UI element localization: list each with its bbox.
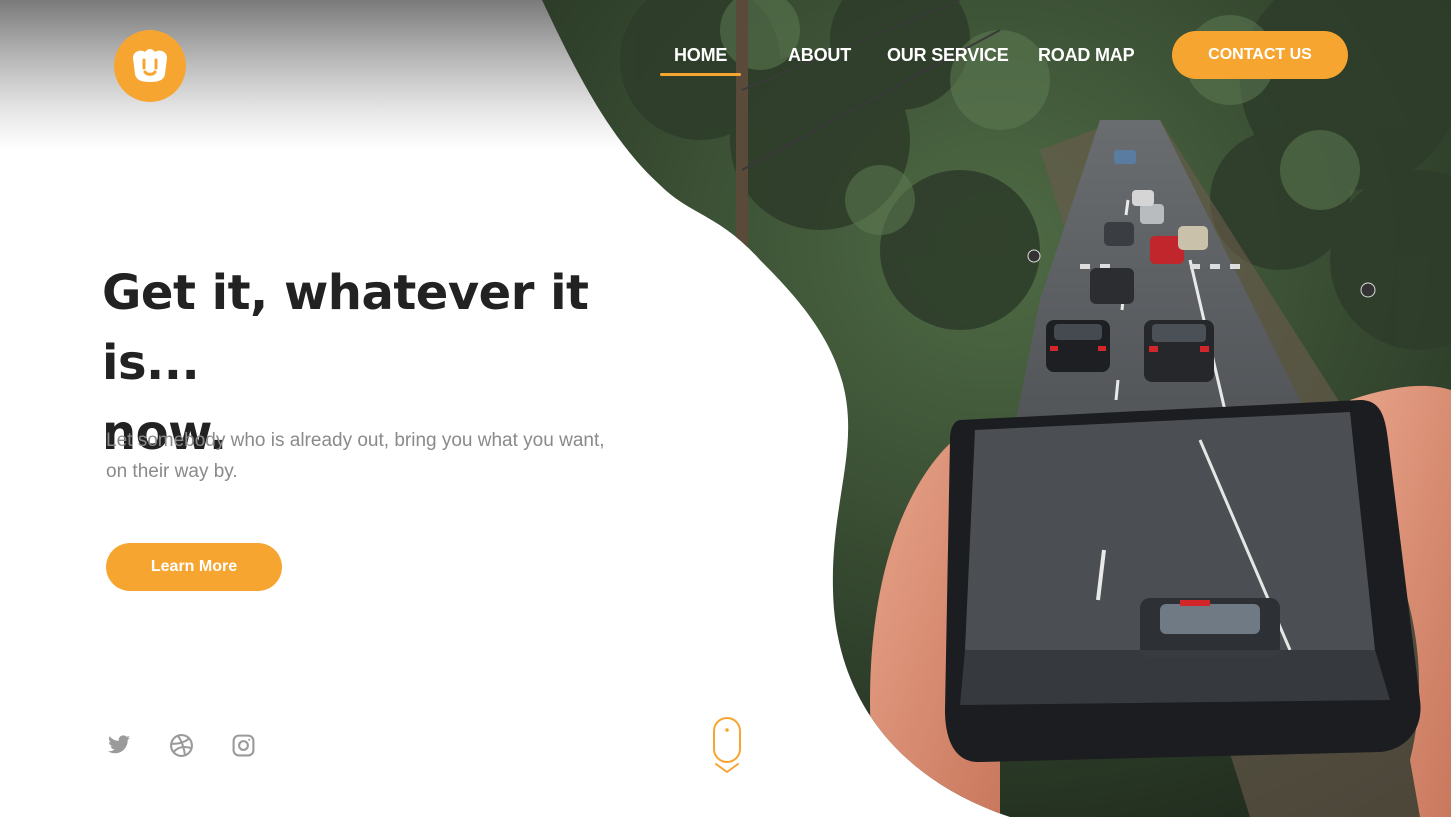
dribbble-icon[interactable] (169, 733, 194, 763)
contact-us-button[interactable]: CONTACT US (1172, 31, 1348, 79)
nav-about[interactable]: ABOUT (788, 45, 851, 66)
main-nav: HOME ABOUT OUR SERVICE ROAD MAP CONTACT … (0, 30, 1451, 90)
nav-our-service[interactable]: OUR SERVICE (887, 45, 1009, 66)
nav-home[interactable]: HOME (659, 45, 742, 76)
twitter-icon[interactable] (106, 733, 132, 762)
learn-more-button[interactable]: Learn More (106, 543, 282, 591)
hero-subtext: Let somebody who is already out, bring y… (106, 430, 605, 482)
hero-headline-line-1: Get it, whatever it is... (102, 265, 589, 391)
nav-road-map[interactable]: ROAD MAP (1038, 45, 1135, 66)
mouse-scroll-icon[interactable] (710, 716, 744, 781)
instagram-icon[interactable] (231, 733, 256, 763)
